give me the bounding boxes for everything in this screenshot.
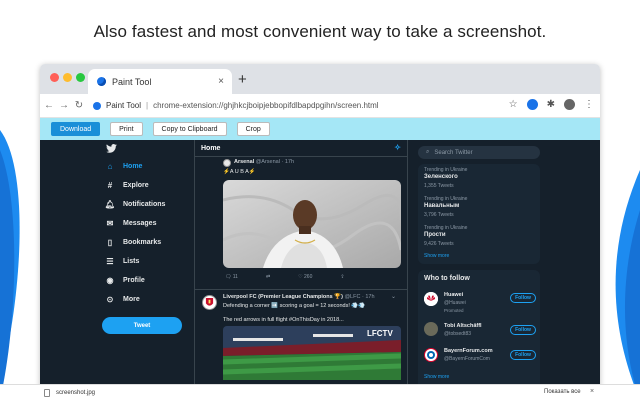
paint-tool-extension-icon[interactable] [526,99,538,110]
retweet-icon[interactable]: ⇄ [266,274,270,280]
maximize-window-dot[interactable] [76,73,85,82]
tweet-photo[interactable] [223,180,401,268]
search-input[interactable]: ⌕ Search Twitter [418,146,540,159]
tab-title: Paint Tool [112,76,152,87]
show-all-downloads-link[interactable]: Показать все [544,389,581,395]
show-more-link[interactable]: Show more [424,253,449,259]
trends-panel: Trending in Ukraine Зеленского 1,355 Twe… [418,164,540,264]
like-icon[interactable]: ♡ 260 [298,274,312,280]
search-icon: ⌕ [426,149,430,155]
paint-toolbar: Download Print Copy to Clipboard Crop [40,118,600,140]
tweet-actions: 🗨︎ 11 ⇄ ♡ 260 ⇪ [225,274,345,280]
lfctv-watermark: LFCTV [367,329,393,338]
tweet-text: ⚡️A U B A⚡️ [223,169,256,175]
tweet-author[interactable]: Arsenal [234,159,254,165]
tab-bar: Paint Tool × + [40,64,600,94]
feed-title: Home [201,144,221,152]
nav-messages[interactable]: ✉ Messages [104,219,157,228]
lfc-avatar[interactable] [202,295,217,310]
tweet-text-line2: The red arrows in full flight #OnThisDay… [223,317,344,323]
close-window-dot[interactable] [50,73,59,82]
tweet-text-line1: Defending a corner ➡️ scoring a goal = 1… [223,303,366,309]
puzzle-extensions-icon[interactable]: ✱ [547,99,555,110]
tweet-liverpool[interactable]: Liverpool FC (Premier League Champions 🏆… [195,291,407,394]
home-feed: Home ✧ Arsenal @Arsenal · 17h ⚡️A U B A⚡… [194,140,408,394]
print-button[interactable]: Print [110,122,143,136]
tweet-handle: @LFC · 17h [344,294,375,300]
who-to-follow-title: Who to follow [424,275,470,282]
right-column: ⌕ Search Twitter Trending in Ukraine Зел… [418,140,540,394]
nav-explore[interactable]: # Explore [104,181,149,190]
home-icon: ⌂ [107,162,113,171]
forward-icon[interactable]: → [58,100,70,111]
follow-button-tobi[interactable]: Follow [510,325,536,335]
screenshot-canvas: ⌂ Home # Explore 🔔︎ Notifications ✉ Mess… [40,140,600,394]
copy-to-clipboard-button[interactable]: Copy to Clipboard [152,122,227,136]
bayern-logo-icon [425,349,437,361]
back-icon[interactable]: ← [43,100,55,111]
url-text: chrome-extension://ghjhkcjboipjebbopifdl… [153,101,379,110]
close-downloads-icon[interactable]: × [590,388,594,395]
tweet-button[interactable]: Tweet [102,317,182,334]
address-bar: ← → ↻ Paint Tool | chrome-extension://gh… [40,94,600,118]
site-name: Paint Tool [106,101,141,110]
who-to-follow-panel: Who to follow Huawei @Huawei Promoted Fo… [418,270,540,392]
tweet-handle: @Arsenal · 17h [255,159,295,165]
url-field[interactable]: Paint Tool | chrome-extension://ghjhkcjb… [93,101,379,110]
more-icon: ⊙ [106,295,114,304]
download-filename: screenshot.jpg [56,390,96,396]
menu-icon[interactable]: ⋮ [584,99,594,110]
show-more-follow-link[interactable]: Show more [424,374,449,380]
sparkle-icon[interactable]: ✧ [394,143,401,152]
page-headline: Also fastest and most convenient way to … [93,22,547,41]
twitter-sidebar: ⌂ Home # Explore 🔔︎ Notifications ✉ Mess… [104,140,194,394]
tweet-video[interactable]: LFCTV [223,326,401,380]
browser-window: Paint Tool × + ← → ↻ Paint Tool | chrome… [40,64,600,394]
nav-profile[interactable]: ◉ Profile [104,276,145,285]
new-tab-button[interactable]: + [238,71,247,88]
profile-avatar-icon[interactable] [564,99,575,110]
download-item[interactable]: screenshot.jpg [44,389,95,397]
download-button[interactable]: Download [51,122,101,136]
huawei-avatar[interactable] [424,292,438,306]
crop-button[interactable]: Crop [236,122,270,136]
huawei-logo-icon [424,292,438,306]
twitter-logo[interactable] [106,144,117,153]
follow-button-bayernforum[interactable]: Follow [510,350,536,360]
nav-notifications[interactable]: 🔔︎ Notifications [104,200,165,209]
bookmark-star-icon[interactable]: ☆ [509,99,518,110]
follow-button-huawei[interactable]: Follow [510,293,536,303]
lfc-crest-icon [205,298,214,306]
downloads-bar: screenshot.jpg Показать все × [0,384,640,400]
tab-close-icon[interactable]: × [218,76,224,87]
nav-bookmarks[interactable]: ▯ Bookmarks [104,238,161,247]
nav-more[interactable]: ⊙ More [104,295,140,304]
paint-tool-icon [97,77,106,86]
share-icon[interactable]: ⇪ [340,274,344,280]
list-icon: ☰ [106,257,114,266]
promoted-label: Promoted [444,308,464,313]
nav-lists[interactable]: ☰ Lists [104,257,139,266]
file-icon [44,389,50,397]
site-icon [93,101,101,110]
tobi-avatar[interactable] [424,322,438,336]
bayernforum-avatar[interactable] [424,348,438,362]
bird-icon [106,144,117,153]
bell-icon: 🔔︎ [104,200,116,209]
tweet-arsenal[interactable]: Arsenal @Arsenal · 17h ⚡️A U B A⚡️ 🗨︎ 11… [195,157,407,290]
tab-paint-tool[interactable]: Paint Tool × [88,69,232,94]
profile-icon: ◉ [106,276,114,285]
minimize-window-dot[interactable] [63,73,72,82]
reload-icon[interactable]: ↻ [73,100,85,111]
chevron-down-icon[interactable]: ⌄ [391,293,396,300]
nav-home[interactable]: ⌂ Home [104,162,143,171]
arsenal-avatar[interactable] [223,159,231,167]
tweet-author[interactable]: Liverpool FC (Premier League Champions 🏆… [223,294,343,300]
hashtag-icon: # [107,181,113,190]
reply-icon[interactable]: 🗨︎ 11 [225,274,238,280]
mail-icon: ✉ [106,219,114,228]
bookmark-icon: ▯ [107,238,113,247]
